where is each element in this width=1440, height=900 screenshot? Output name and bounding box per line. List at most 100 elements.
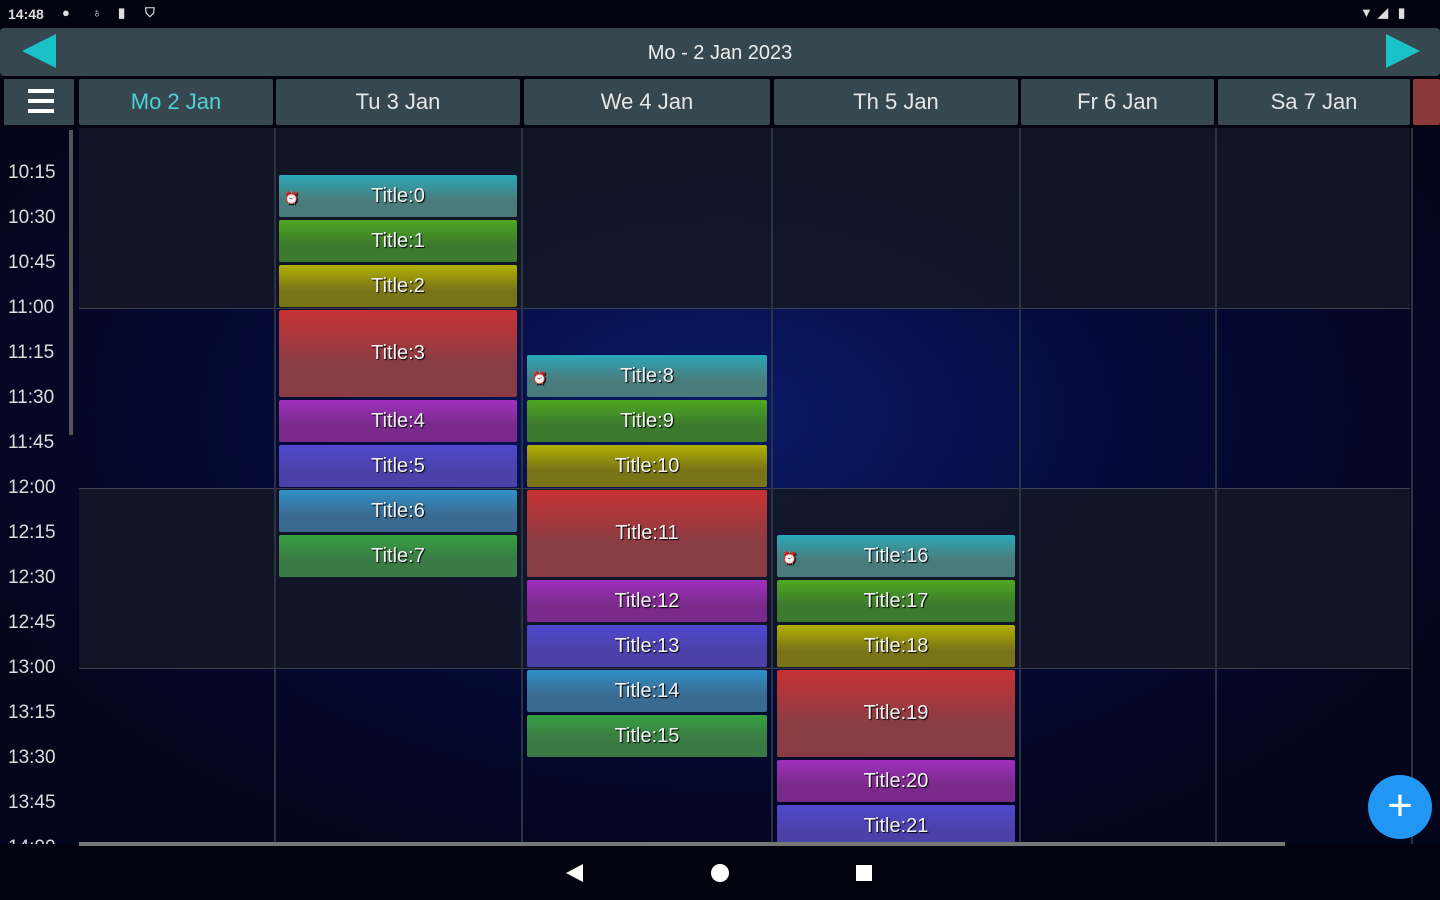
event-title: Title:3 — [371, 342, 425, 364]
event-title: Title:1 — [371, 230, 425, 252]
event-block[interactable]: Title:15 — [527, 715, 767, 757]
notification-icon: ♁ — [92, 5, 102, 20]
android-nav-bar — [0, 848, 1440, 900]
event-title: Title:12 — [614, 590, 680, 612]
time-label: 11:30 — [8, 387, 55, 408]
hour-line — [79, 668, 1410, 669]
signal-icon: ◢ — [1378, 5, 1388, 20]
event-block[interactable]: Title:17 — [777, 580, 1015, 622]
vertical-scrollbar[interactable] — [69, 130, 73, 435]
event-block[interactable]: ⏰ Title:0 — [279, 175, 517, 217]
event-title: Title:15 — [614, 725, 680, 747]
event-block[interactable]: Title:11 — [527, 490, 767, 577]
event-block[interactable]: Title:7 — [279, 535, 517, 577]
event-block[interactable]: Title:3 — [279, 310, 517, 397]
home-icon[interactable] — [711, 864, 729, 882]
alarm-icon: ⏰ — [782, 551, 797, 565]
time-label: 13:30 — [8, 747, 56, 768]
time-label: 11:45 — [8, 432, 55, 453]
event-title: Title:9 — [620, 410, 674, 432]
event-block[interactable]: Title:19 — [777, 670, 1015, 757]
event-title: Title:7 — [371, 545, 425, 567]
day-header-2[interactable]: We 4 Jan — [524, 79, 770, 125]
day-header-1[interactable]: Tu 3 Jan — [276, 79, 520, 125]
event-title: Title:0 — [371, 185, 425, 207]
calendar-grid[interactable]: 10:15 10:30 10:45 11:00 11:15 11:30 11:45 12:00… — [0, 128, 1440, 844]
event-title: Title:5 — [371, 455, 425, 477]
time-label: 12:45 — [8, 612, 56, 633]
event-title: Title:4 — [371, 410, 425, 432]
event-title: Title:20 — [863, 770, 929, 792]
status-bar: 14:48 ● ♁ ▮ ⛉ ▼ ◢ ▮ — [0, 0, 1440, 28]
event-title: Title:6 — [371, 500, 425, 522]
event-title: Title:16 — [863, 545, 929, 567]
event-block[interactable]: Title:13 — [527, 625, 767, 667]
time-label: 11:00 — [8, 297, 55, 318]
event-title: Title:18 — [863, 635, 929, 657]
time-label: 12:30 — [8, 567, 56, 588]
event-block[interactable]: Title:6 — [279, 490, 517, 532]
event-block[interactable]: Title:20 — [777, 760, 1015, 802]
recents-icon[interactable] — [856, 865, 872, 881]
event-block[interactable]: ⏰ Title:16 — [777, 535, 1015, 577]
event-title: Title:14 — [614, 680, 680, 702]
shield-icon: ⛉ — [145, 5, 155, 20]
event-block[interactable]: Title:10 — [527, 445, 767, 487]
date-navigation-bar: Mo - 2 Jan 2023 — [0, 28, 1440, 76]
day-divider — [521, 128, 523, 844]
event-title: Title:2 — [371, 275, 425, 297]
next-arrow-icon[interactable] — [1386, 34, 1420, 68]
time-label: 12:00 — [8, 477, 56, 498]
battery-icon: ▮ — [1398, 5, 1406, 20]
event-block[interactable]: Title:2 — [279, 265, 517, 307]
event-block[interactable]: ⏰ Title:8 — [527, 355, 767, 397]
day-header-4[interactable]: Fr 6 Jan — [1021, 79, 1214, 125]
next-day-header-stub[interactable] — [1413, 79, 1440, 125]
day-divider — [1019, 128, 1021, 844]
event-title: Title:10 — [614, 455, 680, 477]
alarm-icon: ⏰ — [284, 191, 299, 205]
time-label: 11:15 — [8, 342, 55, 363]
alarm-icon: ⏰ — [532, 371, 547, 385]
event-title: Title:17 — [863, 590, 929, 612]
time-label: 13:45 — [8, 792, 56, 813]
time-label: 10:45 — [8, 252, 56, 273]
event-title: Title:13 — [614, 635, 680, 657]
day-divider — [1215, 128, 1217, 844]
day-header-3[interactable]: Th 5 Jan — [774, 79, 1018, 125]
event-block[interactable]: Title:4 — [279, 400, 517, 442]
back-icon[interactable] — [566, 864, 583, 882]
time-label: 14:00 — [8, 837, 56, 844]
hour-line — [79, 308, 1410, 309]
event-block[interactable]: Title:21 — [777, 805, 1015, 844]
event-title: Title:19 — [863, 702, 929, 724]
event-block[interactable]: Title:14 — [527, 670, 767, 712]
day-header-5[interactable]: Sa 7 Jan — [1218, 79, 1410, 125]
time-label: 12:15 — [8, 522, 56, 543]
time-label: 10:30 — [8, 207, 56, 228]
status-time: 14:48 — [8, 6, 44, 22]
event-title: Title:11 — [615, 522, 679, 544]
event-title: Title:8 — [620, 365, 674, 387]
event-block[interactable]: Title:9 — [527, 400, 767, 442]
event-block[interactable]: Title:5 — [279, 445, 517, 487]
hour-line — [79, 488, 1410, 489]
time-label: 13:00 — [8, 657, 56, 678]
event-block[interactable]: Title:18 — [777, 625, 1015, 667]
horizontal-scrollbar[interactable] — [79, 842, 1285, 846]
time-label: 10:15 — [8, 162, 56, 183]
day-divider — [771, 128, 773, 844]
day-divider — [274, 128, 276, 844]
add-event-button[interactable]: + — [1368, 775, 1432, 839]
day-header-row: Mo 2 Jan Tu 3 Jan We 4 Jan Th 5 Jan Fr 6 Jan… — [0, 79, 1440, 125]
day-divider — [1411, 128, 1413, 844]
day-header-0[interactable]: Mo 2 Jan — [79, 79, 273, 125]
sd-card-icon: ▮ — [118, 5, 126, 20]
wifi-icon: ▼ — [1360, 5, 1373, 20]
event-block[interactable]: Title:1 — [279, 220, 517, 262]
time-label: 13:15 — [8, 702, 56, 723]
event-title: Title:21 — [863, 815, 929, 837]
event-block[interactable]: Title:12 — [527, 580, 767, 622]
current-date-title[interactable]: Mo - 2 Jan 2023 — [0, 42, 1440, 65]
message-icon: ● — [62, 5, 70, 20]
